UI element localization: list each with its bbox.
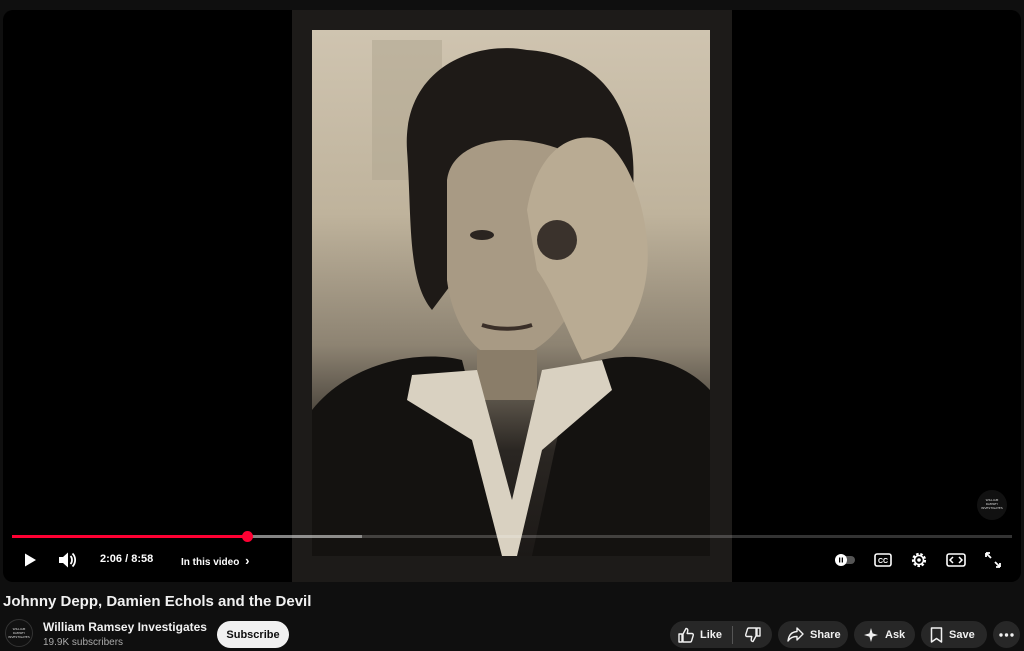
video-frame-image xyxy=(312,30,710,556)
ask-label: Ask xyxy=(885,628,906,641)
sparkle-icon xyxy=(864,627,878,642)
player-controls: 2:06 / 8:58 In this video › CC xyxy=(3,545,1021,575)
fullscreen-icon xyxy=(985,552,1001,568)
chevron-right-icon: › xyxy=(245,553,250,568)
channel-name[interactable]: William Ramsey Investigates xyxy=(43,620,207,634)
channel-and-actions-row: WILLIAM RAMSEY INVESTIGATES William Rams… xyxy=(0,617,1024,651)
bookmark-icon xyxy=(930,626,943,643)
fullscreen-button[interactable] xyxy=(978,545,1008,575)
share-label: Share xyxy=(810,628,841,641)
autoplay-toggle[interactable] xyxy=(830,545,860,575)
progress-scrubber-handle[interactable] xyxy=(242,531,253,542)
autoplay-toggle-icon xyxy=(835,554,855,566)
theater-mode-icon xyxy=(946,553,966,567)
share-icon xyxy=(787,627,804,642)
like-button[interactable]: Like xyxy=(670,627,732,643)
duration: 8:58 xyxy=(131,553,154,565)
time-separator: / xyxy=(122,553,132,565)
captions-icon: CC xyxy=(874,553,892,567)
like-label: Like xyxy=(700,628,723,641)
svg-text:CC: CC xyxy=(878,558,888,565)
settings-icon xyxy=(911,552,927,568)
channel-watermark[interactable]: WILLIAM RAMSEY INVESTIGATES xyxy=(977,490,1007,520)
current-time: 2:06 xyxy=(100,553,123,565)
captions-button[interactable]: CC xyxy=(868,545,898,575)
thumbs-down-icon xyxy=(744,626,761,642)
portrait-illustration xyxy=(312,40,710,556)
watermark-line-3: INVESTIGATES xyxy=(981,506,1003,510)
save-button[interactable]: Save xyxy=(921,621,987,648)
save-label: Save xyxy=(949,628,975,641)
avatar-line-3: INVESTIGATES xyxy=(8,635,30,639)
subscribe-button[interactable]: Subscribe xyxy=(217,621,289,648)
play-icon xyxy=(25,553,36,567)
more-actions-button[interactable] xyxy=(993,621,1020,648)
chapter-button[interactable]: In this video › xyxy=(181,553,249,568)
settings-button[interactable] xyxy=(904,545,934,575)
volume-icon xyxy=(59,552,77,568)
channel-avatar[interactable]: WILLIAM RAMSEY INVESTIGATES xyxy=(5,619,33,647)
ask-button[interactable]: Ask xyxy=(854,621,915,648)
volume-button[interactable] xyxy=(53,545,83,575)
video-player[interactable]: WILLIAM RAMSEY INVESTIGATES 2:06 / 8:58 … xyxy=(3,10,1021,582)
video-title: Johnny Depp, Damien Echols and the Devil xyxy=(3,593,312,610)
play-button[interactable] xyxy=(15,545,45,575)
thumbs-up-icon xyxy=(678,627,694,643)
progress-bar[interactable] xyxy=(12,531,1012,542)
subscriber-count: 19.9K subscribers xyxy=(43,637,124,648)
more-icon xyxy=(999,632,1014,637)
theater-mode-button[interactable] xyxy=(941,545,971,575)
time-display: 2:06 / 8:58 xyxy=(100,553,153,565)
chapter-label: In this video xyxy=(181,557,240,568)
progress-played xyxy=(12,535,247,538)
like-dislike-group: Like xyxy=(670,621,772,648)
video-frame xyxy=(292,10,732,582)
share-button[interactable]: Share xyxy=(778,621,848,648)
dislike-button[interactable] xyxy=(733,626,772,643)
